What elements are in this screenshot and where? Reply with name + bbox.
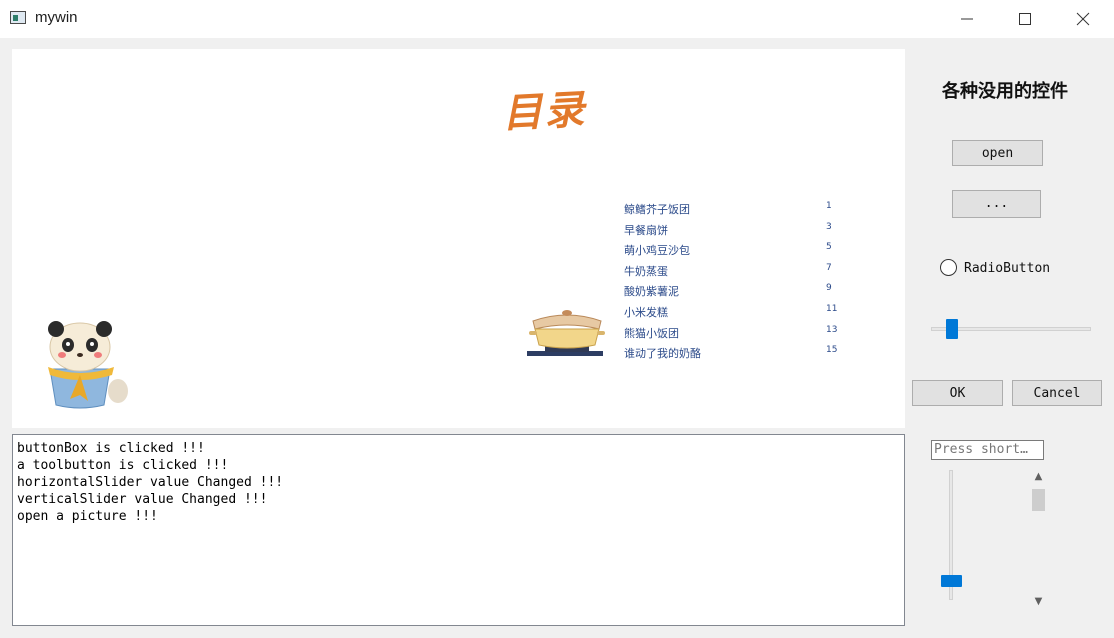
log-line: verticalSlider value Changed !!! bbox=[17, 492, 268, 507]
menu-item-page: 1 bbox=[826, 201, 832, 211]
horizontal-slider-handle[interactable] bbox=[946, 319, 958, 339]
picture-display: 目录 鲸鳍芥子饭团 1 早餐扇饼 3 萌小鸡豆沙包 5 牛奶蒸蛋 7 酸奶紫薯泥 9 小米… bbox=[12, 49, 905, 428]
minimize-icon bbox=[961, 18, 973, 20]
menu-item-page: 9 bbox=[826, 283, 832, 294]
scrollbar-thumb[interactable] bbox=[1032, 489, 1045, 511]
title-bar: mywin bbox=[0, 0, 1114, 38]
menu-item-page: 13 bbox=[826, 324, 838, 335]
log-line: buttonBox is clicked !!! bbox=[17, 441, 205, 456]
minimize-button[interactable] bbox=[938, 0, 996, 38]
menu-item: 酸奶紫薯泥 9 bbox=[624, 283, 844, 304]
window-title: mywin bbox=[35, 9, 78, 26]
log-text-area[interactable]: buttonBox is clicked !!! a toolbutton is… bbox=[12, 434, 905, 626]
panda-illustration bbox=[48, 321, 128, 409]
open-button[interactable]: open bbox=[952, 140, 1043, 166]
menu-item-page: 11 bbox=[826, 303, 838, 314]
cooking-pot-illustration bbox=[527, 310, 605, 356]
menu-item-page: 5 bbox=[826, 242, 832, 253]
app-icon bbox=[10, 11, 26, 24]
menu-item-name: 熊猫小饭团 bbox=[624, 326, 679, 340]
radio-button[interactable] bbox=[940, 259, 957, 276]
vertical-slider-handle[interactable] bbox=[941, 575, 962, 587]
maximize-button[interactable] bbox=[996, 0, 1054, 38]
scroll-down-icon[interactable]: ▼ bbox=[1030, 593, 1047, 610]
menu-item-page: 7 bbox=[826, 262, 832, 273]
close-button[interactable] bbox=[1054, 0, 1112, 38]
log-line: horizontalSlider value Changed !!! bbox=[17, 475, 284, 490]
menu-item: 萌小鸡豆沙包 5 bbox=[624, 242, 844, 263]
shortcut-input[interactable]: Press short… bbox=[931, 440, 1044, 460]
menu-item: 谁动了我的奶酪 15 bbox=[624, 345, 844, 366]
menu-item-name: 萌小鸡豆沙包 bbox=[624, 244, 690, 258]
menu-item-name: 早餐扇饼 bbox=[624, 223, 668, 237]
menu-title: 目录 bbox=[501, 85, 588, 138]
menu-item: 小米发糕 11 bbox=[624, 304, 844, 325]
menu-item-name: 酸奶紫薯泥 bbox=[624, 285, 679, 299]
maximize-icon bbox=[1019, 13, 1031, 25]
menu-item: 牛奶蒸蛋 7 bbox=[624, 263, 844, 284]
menu-item: 早餐扇饼 3 bbox=[624, 222, 844, 243]
ok-button[interactable]: OK bbox=[912, 380, 1003, 406]
radio-button-label[interactable]: RadioButton bbox=[964, 261, 1050, 276]
close-icon bbox=[1076, 12, 1090, 26]
side-panel-title: 各种没用的控件 bbox=[942, 81, 1068, 102]
log-line: a toolbutton is clicked !!! bbox=[17, 458, 229, 473]
scroll-up-icon[interactable]: ▲ bbox=[1030, 468, 1047, 485]
log-line: open a picture !!! bbox=[17, 509, 158, 524]
menu-item: 鲸鳍芥子饭团 1 bbox=[624, 201, 844, 222]
menu-list: 鲸鳍芥子饭团 1 早餐扇饼 3 萌小鸡豆沙包 5 牛奶蒸蛋 7 酸奶紫薯泥 9 小米发糕 1… bbox=[624, 201, 844, 366]
cancel-button[interactable]: Cancel bbox=[1012, 380, 1102, 406]
menu-item: 熊猫小饭团 13 bbox=[624, 325, 844, 346]
menu-item-page: 15 bbox=[826, 345, 838, 356]
menu-item-name: 鲸鳍芥子饭团 bbox=[624, 203, 690, 216]
vertical-scrollbar[interactable]: ▲ ▼ bbox=[1030, 468, 1047, 610]
tool-button[interactable]: ... bbox=[952, 190, 1041, 218]
menu-item-name: 谁动了我的奶酪 bbox=[624, 347, 701, 361]
menu-item-name: 小米发糕 bbox=[624, 305, 668, 319]
menu-item-page: 3 bbox=[826, 221, 832, 232]
menu-item-name: 牛奶蒸蛋 bbox=[624, 264, 668, 278]
